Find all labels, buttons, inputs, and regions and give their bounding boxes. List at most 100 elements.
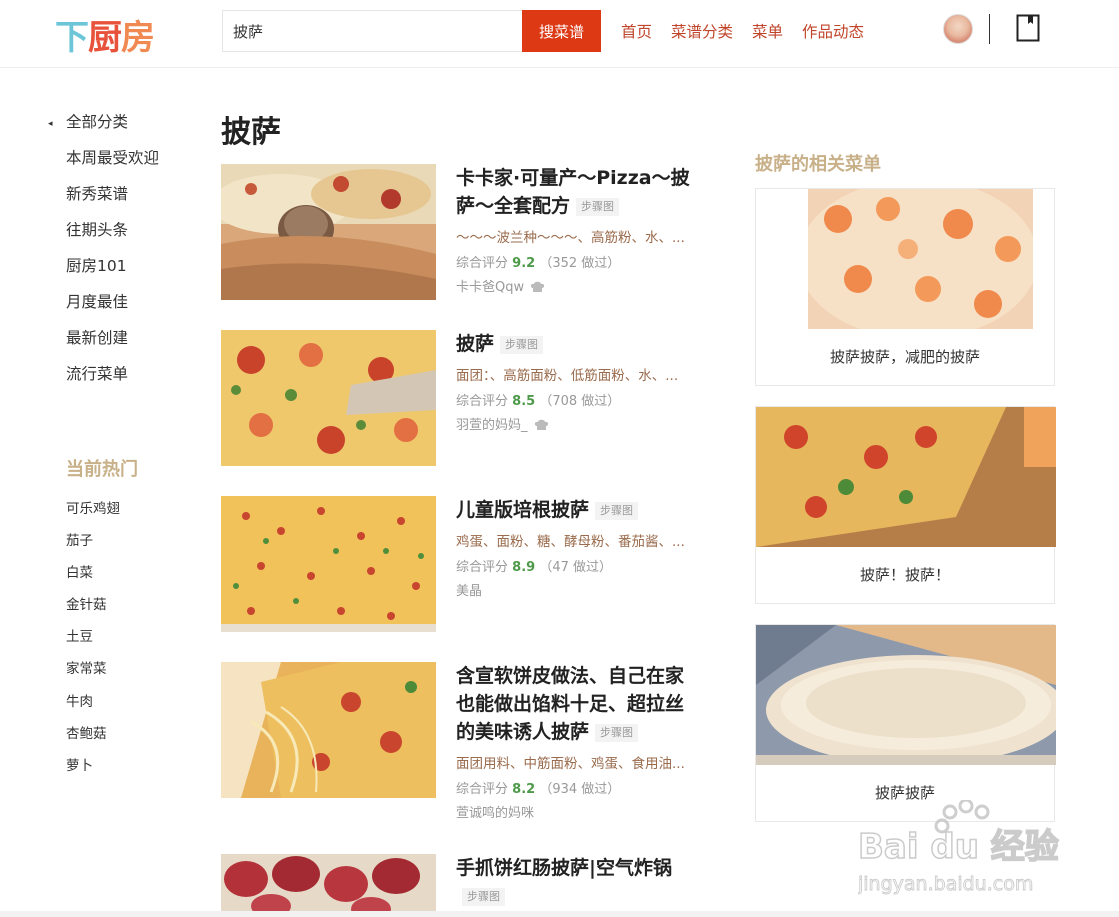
hot-item[interactable]: 白菜 xyxy=(66,561,120,593)
sidebar-item-all[interactable]: ◂ 全部分类 xyxy=(48,110,198,146)
recipe-title-text[interactable]: 手抓饼红肠披萨|空气炸锅 xyxy=(456,857,672,879)
author-name[interactable]: 美晶 xyxy=(456,584,482,599)
hot-item[interactable]: 茄子 xyxy=(66,529,120,561)
sidebar-item-label: 全部分类 xyxy=(66,113,129,131)
recipe-title[interactable]: 卡卡家·可量产～Pizza～披萨～全套配方 步骤图 xyxy=(456,164,701,220)
author-name[interactable]: 羽萱的妈妈_ xyxy=(456,418,528,433)
recipe-title[interactable]: 手抓饼红肠披萨|空气炸锅 xyxy=(456,854,701,882)
made-count: （708 做过） xyxy=(539,394,621,409)
recipe-thumbnail[interactable] xyxy=(221,164,436,300)
author-name[interactable]: 萱诚鸣的妈咪 xyxy=(456,806,534,821)
avatar[interactable] xyxy=(943,14,973,44)
recipe-author[interactable]: 萱诚鸣的妈咪 xyxy=(456,802,701,821)
logo-char-2: 厨 xyxy=(88,17,122,58)
recipe-card[interactable]: 披萨 步骤图 面团：、高筋面粉、低筋面粉、水、... 综合评分 8.5 （708 … xyxy=(221,330,701,466)
recipe-info: 卡卡家·可量产～Pizza～披萨～全套配方 步骤图 ～～～波兰种～～～、高筋粉、水… xyxy=(456,164,701,295)
hot-item[interactable]: 金针菇 xyxy=(66,593,120,625)
recipe-card[interactable]: 卡卡家·可量产～Pizza～披萨～全套配方 步骤图 ～～～波兰种～～～、高筋粉、水… xyxy=(221,164,701,300)
sidebar-item-label: 流行菜单 xyxy=(66,365,129,383)
sidebar-item-popular-menus[interactable]: 流行菜单 xyxy=(48,362,198,398)
rating-score: 8.2 xyxy=(512,782,536,797)
nav-home[interactable]: 首页 xyxy=(621,20,652,42)
recipe-info: 披萨 步骤图 面团：、高筋面粉、低筋面粉、水、... 综合评分 8.5 （708 … xyxy=(456,330,701,433)
related-menu-card[interactable]: 披萨披萨 xyxy=(755,624,1056,822)
hot-item[interactable]: 萝卜 xyxy=(66,754,120,786)
recipe-author[interactable]: 卡卡爸Qqw xyxy=(456,276,701,295)
rating-score: 8.5 xyxy=(512,394,536,409)
menu-card-title[interactable]: 披萨！披萨！ xyxy=(756,547,1054,603)
recipe-thumbnail[interactable] xyxy=(221,662,436,798)
sidebar-item-headlines[interactable]: 往期头条 xyxy=(48,218,198,254)
hot-item[interactable]: 土豆 xyxy=(66,625,120,657)
recipe-thumbnail[interactable] xyxy=(221,330,436,466)
sidebar-item-kitchen101[interactable]: 厨房101 xyxy=(48,254,198,290)
recipe-card[interactable]: 儿童版培根披萨 步骤图 鸡蛋、面粉、糖、酵母粉、番茄酱、... 综合评分 8.9 … xyxy=(221,496,701,632)
rating-label: 综合评分 xyxy=(456,256,509,271)
author-name[interactable]: 卡卡爸Qqw xyxy=(456,280,524,295)
menu-cover-image[interactable] xyxy=(756,407,1056,547)
related-menus-title: 披萨的相关菜单 xyxy=(755,154,881,175)
nav-menus[interactable]: 菜单 xyxy=(752,20,783,42)
recipe-card[interactable]: 手抓饼红肠披萨|空气炸锅 步骤图 xyxy=(221,854,701,912)
sidebar-item-label: 本周最受欢迎 xyxy=(66,149,160,167)
recipe-info: 手抓饼红肠披萨|空气炸锅 步骤图 xyxy=(456,854,701,906)
related-menu-card[interactable]: 披萨披萨，减肥的披萨 xyxy=(755,188,1055,386)
hot-item[interactable]: 牛肉 xyxy=(66,690,120,722)
recipe-thumbnail[interactable] xyxy=(221,496,436,632)
nav-categories[interactable]: 菜谱分类 xyxy=(671,20,733,42)
recipe-rating: 综合评分 8.2 （934 做过） xyxy=(456,778,701,797)
hot-item[interactable]: 杏鲍菇 xyxy=(66,722,120,754)
recipe-title[interactable]: 儿童版培根披萨 步骤图 xyxy=(456,496,701,524)
rating-label: 综合评分 xyxy=(456,560,509,575)
made-count: （352 做过） xyxy=(539,256,621,271)
recipe-title-text[interactable]: 卡卡家·可量产～Pizza～披萨～全套配方 xyxy=(456,167,690,217)
sidebar-item-label: 厨房101 xyxy=(66,257,127,275)
recipe-rating: 综合评分 9.2 （352 做过） xyxy=(456,252,701,271)
search-input[interactable] xyxy=(222,10,524,52)
sidebar-item-new[interactable]: 新秀菜谱 xyxy=(48,182,198,218)
top-header: 下 厨 房 搜菜谱 首页 菜谱分类 菜单 作品动态 xyxy=(0,0,1119,68)
sidebar-item-label: 月度最佳 xyxy=(66,293,129,311)
step-badge: 步骤图 xyxy=(595,501,639,520)
search-button[interactable]: 搜菜谱 xyxy=(522,10,601,52)
bookmark-icon[interactable] xyxy=(1016,14,1040,42)
hot-item[interactable]: 家常菜 xyxy=(66,657,120,689)
category-sidebar: ◂ 全部分类 本周最受欢迎 新秀菜谱 往期头条 厨房101 月度最佳 最新创建 流… xyxy=(48,110,198,398)
recipe-rating: 综合评分 8.5 （708 做过） xyxy=(456,390,701,409)
menu-card-title[interactable]: 披萨披萨，减肥的披萨 xyxy=(756,329,1054,385)
rating-score: 9.2 xyxy=(512,256,536,271)
bottom-scroll-track xyxy=(0,911,1119,917)
recipe-ingredients: 面团：、高筋面粉、低筋面粉、水、... xyxy=(456,368,679,384)
recipe-title-text[interactable]: 含宣软饼皮做法、自己在家也能做出馅料十足、超拉丝的美味诱人披萨 xyxy=(456,665,684,743)
step-badge: 步骤图 xyxy=(595,723,639,742)
recipe-title[interactable]: 披萨 步骤图 xyxy=(456,330,701,358)
page-title: 披萨 xyxy=(221,115,281,150)
recipe-author[interactable]: 美晶 xyxy=(456,580,701,599)
made-count: （934 做过） xyxy=(539,782,621,797)
recipe-thumbnail[interactable] xyxy=(221,854,436,912)
recipe-ingredients: 鸡蛋、面粉、糖、酵母粉、番茄酱、... xyxy=(456,534,685,550)
sidebar-item-latest[interactable]: 最新创建 xyxy=(48,326,198,362)
rating-label: 综合评分 xyxy=(456,394,509,409)
recipe-rating: 综合评分 8.9 （47 做过） xyxy=(456,556,701,575)
menu-cover-image[interactable] xyxy=(756,625,1056,765)
step-badge: 步骤图 xyxy=(576,197,620,216)
made-count: （47 做过） xyxy=(539,560,613,575)
menu-cover-image[interactable] xyxy=(808,189,1033,329)
recipe-info: 儿童版培根披萨 步骤图 鸡蛋、面粉、糖、酵母粉、番茄酱、... 综合评分 8.9 … xyxy=(456,496,701,599)
recipe-title[interactable]: 含宣软饼皮做法、自己在家也能做出馅料十足、超拉丝的美味诱人披萨 步骤图 xyxy=(456,662,701,746)
related-menu-card[interactable]: 披萨！披萨！ xyxy=(755,406,1056,604)
recipe-author[interactable]: 羽萱的妈妈_ xyxy=(456,414,701,433)
nav-works[interactable]: 作品动态 xyxy=(802,20,864,42)
hot-list: 可乐鸡翅 茄子 白菜 金针菇 土豆 家常菜 牛肉 杏鲍菇 萝卜 xyxy=(66,497,120,786)
recipe-card[interactable]: 含宣软饼皮做法、自己在家也能做出馅料十足、超拉丝的美味诱人披萨 步骤图 面团用料、… xyxy=(221,662,701,821)
recipe-title-text[interactable]: 儿童版培根披萨 xyxy=(456,499,589,521)
sidebar-item-weekly[interactable]: 本周最受欢迎 xyxy=(48,146,198,182)
recipe-title-text[interactable]: 披萨 xyxy=(456,333,494,355)
baidu-jingyan-watermark: Bai du 经验 jingyan.baidu.com xyxy=(858,800,1059,895)
hot-item[interactable]: 可乐鸡翅 xyxy=(66,497,120,529)
step-badge: 步骤图 xyxy=(462,887,505,906)
sidebar-item-monthly[interactable]: 月度最佳 xyxy=(48,290,198,326)
sidebar-item-label: 往期头条 xyxy=(66,221,129,239)
site-logo[interactable]: 下 厨 房 xyxy=(55,14,155,58)
